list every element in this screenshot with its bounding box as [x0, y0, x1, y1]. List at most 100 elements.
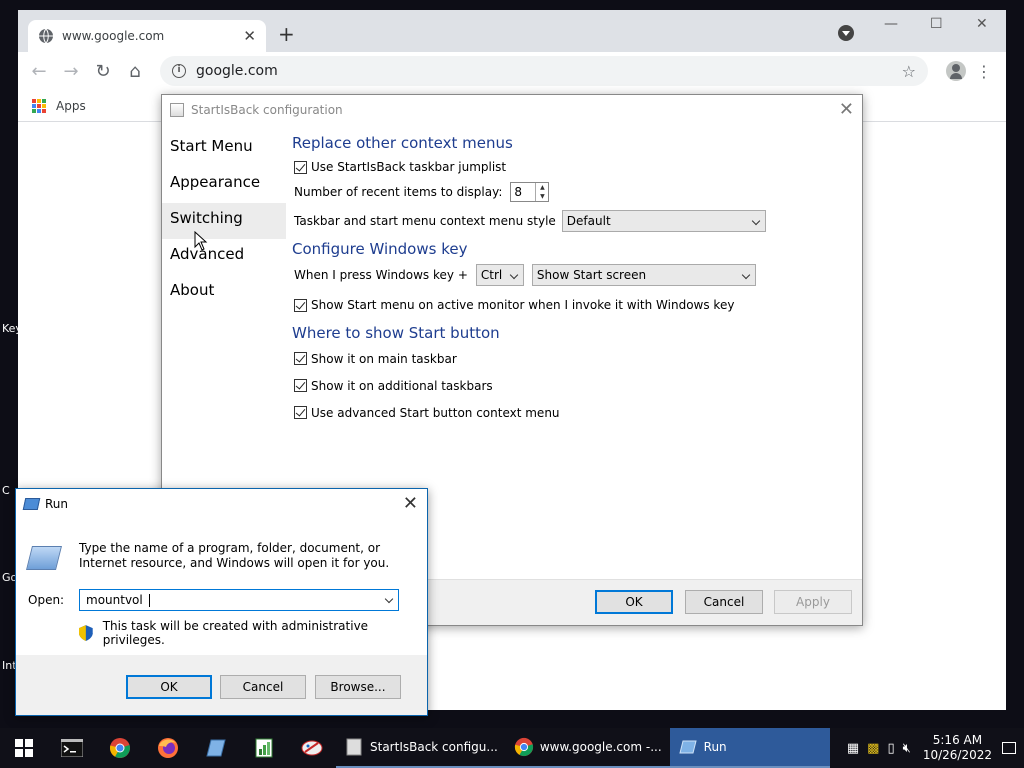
chevron-down-icon [751, 216, 761, 226]
window-close-button[interactable]: ✕ [976, 16, 988, 32]
text-caret [148, 594, 150, 607]
info-icon[interactable]: i [172, 64, 186, 78]
desktop-icon-label: C [2, 484, 10, 497]
address-bar[interactable]: i google.com ☆ [160, 56, 928, 86]
forward-arrow-icon[interactable]: → [60, 61, 82, 82]
taskbar-task-chrome[interactable]: www.google.com -... [505, 728, 670, 768]
sib-title: StartIsBack configuration [191, 103, 343, 117]
winkey-action-select[interactable]: Show Start screen [531, 264, 756, 286]
run-title: Run [45, 497, 69, 511]
sidebar-item-switching[interactable]: Switching [162, 203, 286, 239]
new-tab-button[interactable]: + [278, 24, 295, 44]
chevron-down-icon [509, 270, 519, 280]
network-icon[interactable]: ▦ [847, 741, 859, 756]
color-app-icon[interactable]: ▩ [867, 741, 879, 756]
usb-icon[interactable]: ▯ [887, 741, 894, 756]
taskbar-app-chart[interactable] [240, 728, 288, 768]
sidebar-item-about[interactable]: About [162, 275, 286, 311]
run-browse-button[interactable]: Browse... [315, 675, 401, 699]
advanced-context-checkbox[interactable] [294, 406, 307, 419]
recent-items-label: Number of recent items to display: [294, 185, 503, 199]
sib-content: Replace other context menus Use StartIsB… [292, 131, 852, 426]
menu-kebab-icon[interactable]: ⋮ [972, 62, 996, 81]
jumplist-checkbox[interactable] [294, 160, 307, 174]
sidebar-item-advanced[interactable]: Advanced [162, 239, 286, 275]
profile-avatar-icon[interactable] [946, 61, 966, 81]
taskbar-chrome[interactable] [96, 728, 144, 768]
apps-grid-icon[interactable] [32, 98, 46, 113]
notification-icon[interactable] [1002, 742, 1016, 754]
context-style-select[interactable]: Default [561, 210, 766, 232]
context-style-value: Default [566, 214, 611, 228]
main-taskbar-row: Show it on main taskbar [292, 345, 852, 372]
chrome-icon [109, 738, 130, 758]
app-window-icon [170, 103, 184, 117]
firefox-icon [158, 738, 178, 758]
spinner-arrows-icon[interactable]: ▲ ▼ [535, 183, 548, 201]
volume-muted-icon[interactable]: 🔇︎ [903, 741, 911, 756]
run-body: Type the name of a program, folder, docu… [16, 519, 427, 655]
admin-note-text: This task will be created with administr… [102, 619, 369, 647]
winkey-row: When I press Windows key + Ctrl Show Sta… [292, 261, 852, 289]
star-icon[interactable]: ☆ [902, 62, 916, 81]
recent-items-spinner[interactable]: 8 ▲ ▼ [510, 182, 550, 202]
globe-icon [39, 28, 53, 44]
start-button[interactable] [0, 728, 48, 768]
advanced-context-label: Use advanced Start button context menu [311, 405, 560, 420]
additional-taskbars-row: Show it on additional taskbars [292, 372, 852, 399]
taskbar-firefox[interactable] [144, 728, 192, 768]
tab-google[interactable]: www.google.com ✕ [28, 20, 266, 52]
ok-button[interactable]: OK [595, 590, 673, 614]
winkey-action-value: Show Start screen [536, 268, 647, 282]
taskbar: StartIsBack configu... www.google.com -.… [0, 728, 1024, 768]
run-program-icon [26, 546, 62, 570]
main-taskbar-label: Show it on main taskbar [311, 351, 457, 366]
chevron-down-icon[interactable] [384, 594, 394, 604]
run-ok-button[interactable]: OK [126, 675, 212, 699]
tab-search-icon[interactable] [838, 25, 854, 41]
back-arrow-icon[interactable]: ← [28, 61, 50, 82]
sidebar-item-appearance[interactable]: Appearance [162, 167, 286, 203]
sib-close-icon[interactable]: ✕ [839, 99, 854, 120]
section-heading: Replace other context menus [292, 134, 513, 152]
run-close-icon[interactable]: ✕ [403, 493, 418, 514]
paint-app-icon [301, 740, 323, 756]
taskbar-task-run[interactable]: Run [669, 728, 830, 768]
windows-logo-icon [15, 739, 33, 757]
taskbar-cmd[interactable] [48, 728, 96, 768]
reload-icon[interactable]: ↻ [92, 61, 114, 82]
context-style-label: Taskbar and start menu context menu styl… [294, 214, 556, 228]
tab-title: www.google.com [62, 29, 165, 43]
winkey-modifier-select[interactable]: Ctrl [475, 264, 524, 286]
task-label: StartIsBack configu... [370, 740, 498, 754]
cancel-button[interactable]: Cancel [685, 590, 763, 614]
chrome-tabstrip: www.google.com ✕ + — ☐ ✕ [18, 10, 1006, 52]
active-monitor-label: Show Start menu on active monitor when I… [311, 298, 735, 312]
task-label: Run [703, 740, 727, 754]
url-text: google.com [196, 63, 278, 79]
apply-button[interactable]: Apply [774, 590, 852, 614]
minimize-button[interactable]: — [884, 16, 898, 32]
taskbar-app-paint[interactable] [288, 728, 336, 768]
run-command-value: mountvol [86, 593, 147, 607]
tab-close-icon[interactable]: ✕ [243, 27, 256, 45]
home-icon[interactable]: ⌂ [124, 61, 146, 82]
active-monitor-checkbox[interactable] [294, 298, 307, 312]
winkey-modifier-value: Ctrl [480, 268, 503, 282]
run-app-icon [22, 498, 41, 510]
sidebar-item-start-menu[interactable]: Start Menu [162, 131, 286, 167]
taskbar-app-blue[interactable] [192, 728, 240, 768]
recent-items-row: Number of recent items to display: 8 ▲ ▼ [292, 179, 852, 205]
main-taskbar-checkbox[interactable] [294, 352, 307, 365]
sib-sidebar: Start Menu Appearance Switching Advanced… [162, 131, 286, 311]
additional-taskbars-checkbox[interactable] [294, 379, 307, 392]
system-clock[interactable]: 5:16 AM 10/26/2022 [923, 733, 992, 763]
admin-note: This task will be created with administr… [79, 619, 427, 647]
run-cancel-button[interactable]: Cancel [220, 675, 306, 699]
taskbar-task-startisback[interactable]: StartIsBack configu... [336, 728, 506, 768]
advanced-context-row: Use advanced Start button context menu [292, 399, 852, 426]
run-command-input[interactable]: mountvol [79, 589, 399, 611]
maximize-button[interactable]: ☐ [930, 16, 943, 32]
bookmark-apps[interactable]: Apps [56, 99, 86, 113]
run-dialog: Run ✕ Type the name of a program, folder… [15, 488, 428, 716]
